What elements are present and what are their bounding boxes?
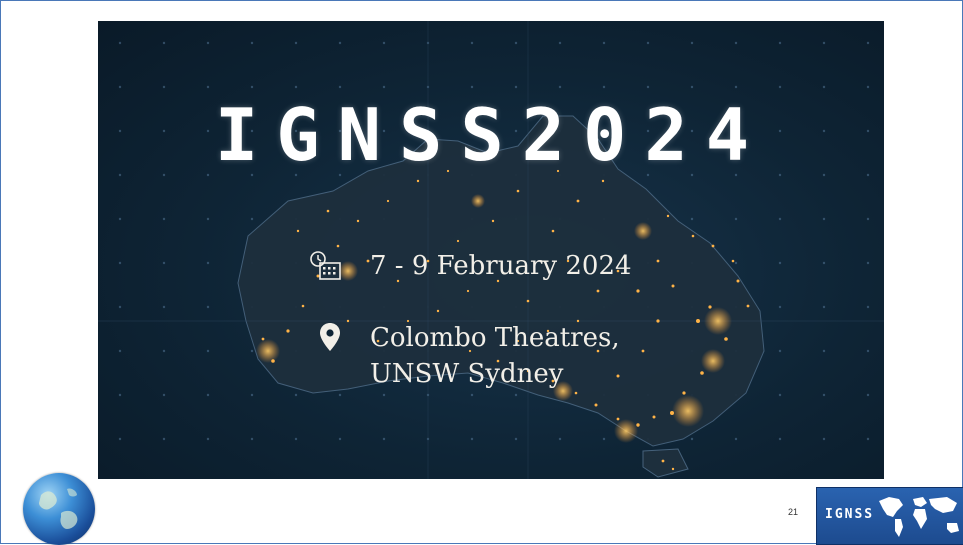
ignss-logo: IGNSS [816,487,963,545]
globe-icon [39,488,78,529]
logo-text: IGNSS [825,507,875,522]
world-map-icon [879,497,959,537]
globe-image [23,473,95,545]
event-title: IGNSS2024 [214,93,768,177]
venue-line-2: UNSW Sydney [370,359,564,389]
event-date-text: 7 - 9 February 2024 [370,251,632,281]
page-number: 21 [788,507,799,517]
event-banner: IGNSS2024 7 - 9 February 2024 Colombo Th… [98,21,884,479]
venue-line-1: Colombo Theatres, [370,323,620,353]
location-pin-icon [320,323,340,351]
calendar-clock-icon [310,251,341,280]
slide: IGNSS2024 7 - 9 February 2024 Colombo Th… [0,0,963,545]
